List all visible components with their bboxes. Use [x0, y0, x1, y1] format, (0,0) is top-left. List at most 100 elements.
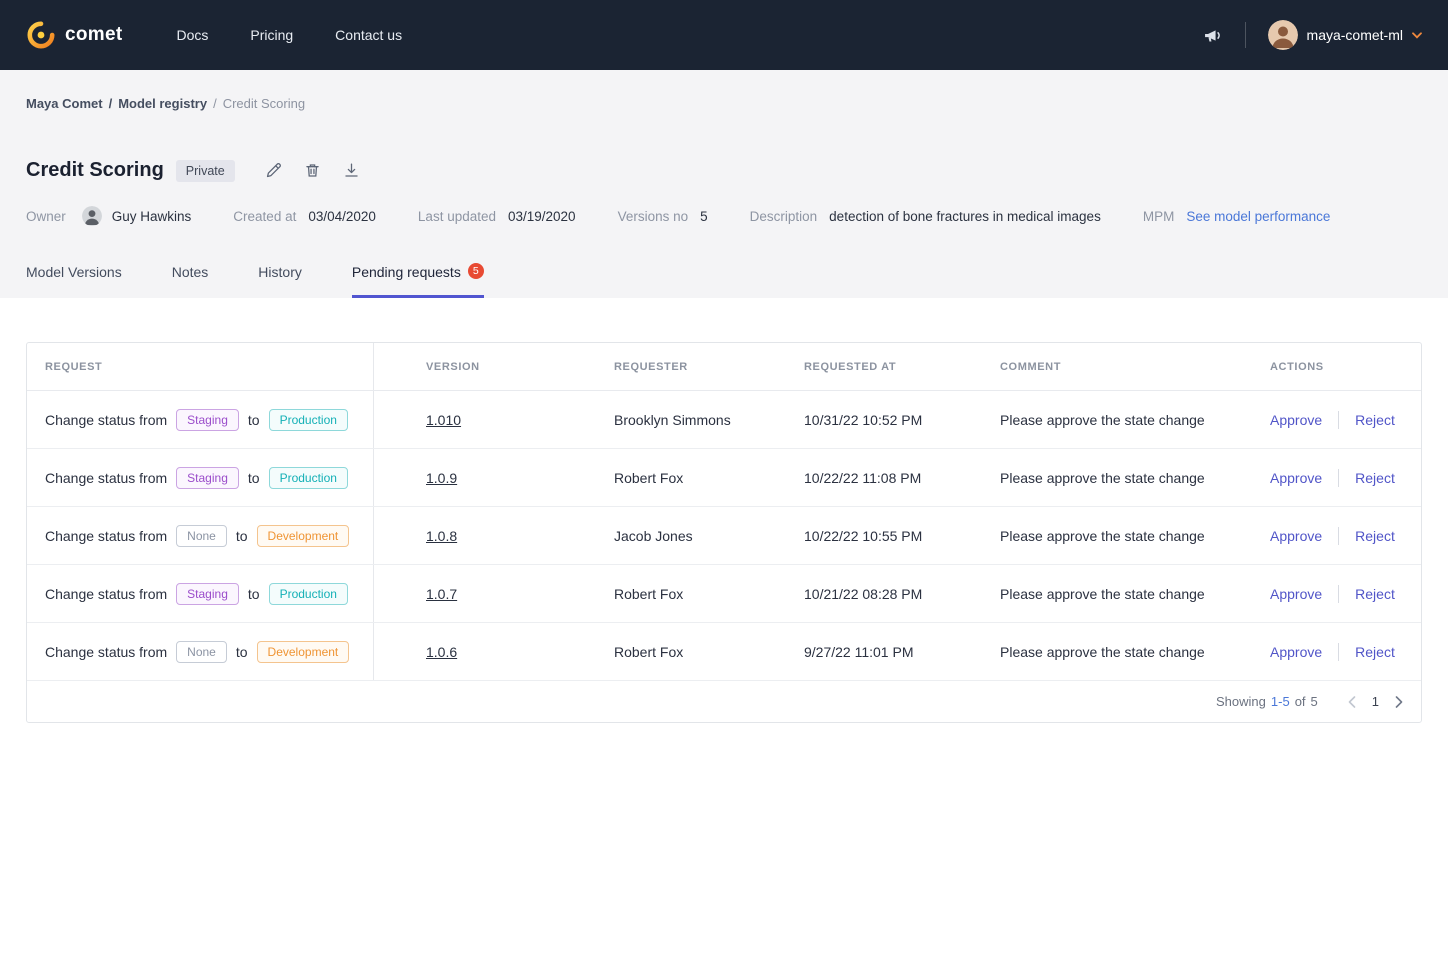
status-badge-to: Production	[269, 409, 348, 431]
meta-versions: Versions no 5	[618, 209, 708, 224]
approve-button[interactable]: Approve	[1270, 470, 1322, 486]
tab-history[interactable]: History	[258, 264, 302, 298]
title-actions	[265, 162, 360, 179]
header-actions: ACTIONS	[1270, 343, 1421, 390]
header-request: REQUEST	[27, 343, 374, 390]
version-cell: 1.0.9	[374, 449, 614, 506]
approve-button[interactable]: Approve	[1270, 412, 1322, 428]
requester-cell: Robert Fox	[614, 623, 804, 680]
chevron-left-icon[interactable]	[1348, 696, 1356, 708]
version-cell: 1.0.7	[374, 565, 614, 622]
see-model-performance-link[interactable]: See model performance	[1186, 209, 1330, 224]
request-text: Change status from	[45, 470, 167, 486]
reject-button[interactable]: Reject	[1355, 470, 1395, 486]
tab-model-versions[interactable]: Model Versions	[26, 264, 122, 298]
version-link[interactable]: 1.010	[426, 412, 461, 428]
version-link[interactable]: 1.0.6	[426, 644, 457, 660]
megaphone-icon[interactable]	[1202, 25, 1223, 46]
requested-at-cell: 10/22/22 11:08 PM	[804, 449, 1000, 506]
actions-cell: Approve Reject	[1270, 449, 1421, 506]
header-requester: REQUESTER	[614, 343, 804, 390]
actions-cell: Approve Reject	[1270, 623, 1421, 680]
table-row: Change status from Staging to Production…	[27, 391, 1421, 449]
version-link[interactable]: 1.0.9	[426, 470, 457, 486]
top-navbar: comet Docs Pricing Contact us maya-comet…	[0, 0, 1448, 70]
tab-bar: Model Versions Notes History Pending req…	[26, 264, 1422, 298]
table-row: Change status from None to Development 1…	[27, 623, 1421, 681]
table-row: Change status from None to Development 1…	[27, 507, 1421, 565]
meta-owner: Owner Guy Hawkins	[26, 206, 191, 226]
versions-value: 5	[700, 209, 708, 224]
owner-name: Guy Hawkins	[112, 209, 192, 224]
meta-updated: Last updated 03/19/2020	[418, 209, 576, 224]
owner-label: Owner	[26, 209, 66, 224]
nav-divider	[1245, 22, 1246, 48]
status-badge-to: Production	[269, 583, 348, 605]
meta-created: Created at 03/04/2020	[233, 209, 376, 224]
reject-button[interactable]: Reject	[1355, 644, 1395, 660]
request-text: Change status from	[45, 644, 167, 660]
reject-button[interactable]: Reject	[1355, 412, 1395, 428]
download-icon[interactable]	[343, 162, 360, 179]
version-cell: 1.0.8	[374, 507, 614, 564]
requested-at-cell: 10/22/22 10:55 PM	[804, 507, 1000, 564]
request-to-text: to	[248, 470, 260, 486]
trash-icon[interactable]	[304, 162, 321, 179]
user-avatar	[1268, 20, 1298, 50]
header-comment: COMMENT	[1000, 343, 1270, 390]
approve-button[interactable]: Approve	[1270, 586, 1322, 602]
title-row: Credit Scoring Private	[26, 159, 1422, 182]
breadcrumb: Maya Comet / Model registry / Credit Sco…	[26, 96, 1422, 111]
status-badge-from: None	[176, 641, 227, 663]
version-link[interactable]: 1.0.7	[426, 586, 457, 602]
status-badge-to: Production	[269, 467, 348, 489]
comment-cell: Please approve the state change	[1000, 449, 1270, 506]
nav-item-pricing[interactable]: Pricing	[246, 21, 297, 49]
reject-button[interactable]: Reject	[1355, 586, 1395, 602]
user-menu[interactable]: maya-comet-ml	[1268, 20, 1422, 50]
versions-label: Versions no	[618, 209, 689, 224]
header-requested-at: REQUESTED AT	[804, 343, 1000, 390]
table-row: Change status from Staging to Production…	[27, 565, 1421, 623]
actions-cell: Approve Reject	[1270, 507, 1421, 564]
version-link[interactable]: 1.0.8	[426, 528, 457, 544]
showing-of: of	[1295, 694, 1306, 709]
nav-item-contact-us[interactable]: Contact us	[331, 21, 406, 49]
chevron-right-icon[interactable]	[1395, 696, 1403, 708]
nav-links: Docs Pricing Contact us	[172, 21, 406, 49]
nav-item-docs[interactable]: Docs	[172, 21, 212, 49]
approve-button[interactable]: Approve	[1270, 528, 1322, 544]
tab-notes[interactable]: Notes	[172, 264, 209, 298]
reject-button[interactable]: Reject	[1355, 528, 1395, 544]
version-cell: 1.010	[374, 391, 614, 448]
breadcrumb-item-model-registry[interactable]: Model registry	[118, 96, 207, 111]
meta-description: Description detection of bone fractures …	[750, 209, 1101, 224]
request-cell: Change status from None to Development	[27, 507, 374, 564]
comment-cell: Please approve the state change	[1000, 507, 1270, 564]
approve-button[interactable]: Approve	[1270, 644, 1322, 660]
status-badge-to: Development	[257, 525, 350, 547]
page-number[interactable]: 1	[1372, 694, 1379, 709]
status-badge-from: Staging	[176, 583, 239, 605]
comet-logo-icon	[26, 20, 56, 50]
meta-mpm: MPM See model performance	[1143, 209, 1331, 224]
updated-value: 03/19/2020	[508, 209, 576, 224]
actions-cell: Approve Reject	[1270, 391, 1421, 448]
request-text: Change status from	[45, 586, 167, 602]
request-text: Change status from	[45, 412, 167, 428]
content-area: REQUEST VERSION REQUESTER REQUESTED AT C…	[0, 298, 1448, 723]
tab-pending-requests[interactable]: Pending requests 5	[352, 264, 484, 298]
requested-at-cell: 10/31/22 10:52 PM	[804, 391, 1000, 448]
breadcrumb-item-workspace[interactable]: Maya Comet	[26, 96, 103, 111]
request-to-text: to	[236, 528, 248, 544]
header-version: VERSION	[374, 343, 614, 390]
requester-cell: Jacob Jones	[614, 507, 804, 564]
status-badge-from: Staging	[176, 409, 239, 431]
edit-icon[interactable]	[265, 162, 282, 179]
request-cell: Change status from Staging to Production	[27, 449, 374, 506]
showing-label: Showing	[1216, 694, 1266, 709]
comet-logo[interactable]: comet	[26, 20, 122, 50]
table-header-row: REQUEST VERSION REQUESTER REQUESTED AT C…	[27, 343, 1421, 391]
action-divider	[1338, 469, 1339, 487]
table-row: Change status from Staging to Production…	[27, 449, 1421, 507]
